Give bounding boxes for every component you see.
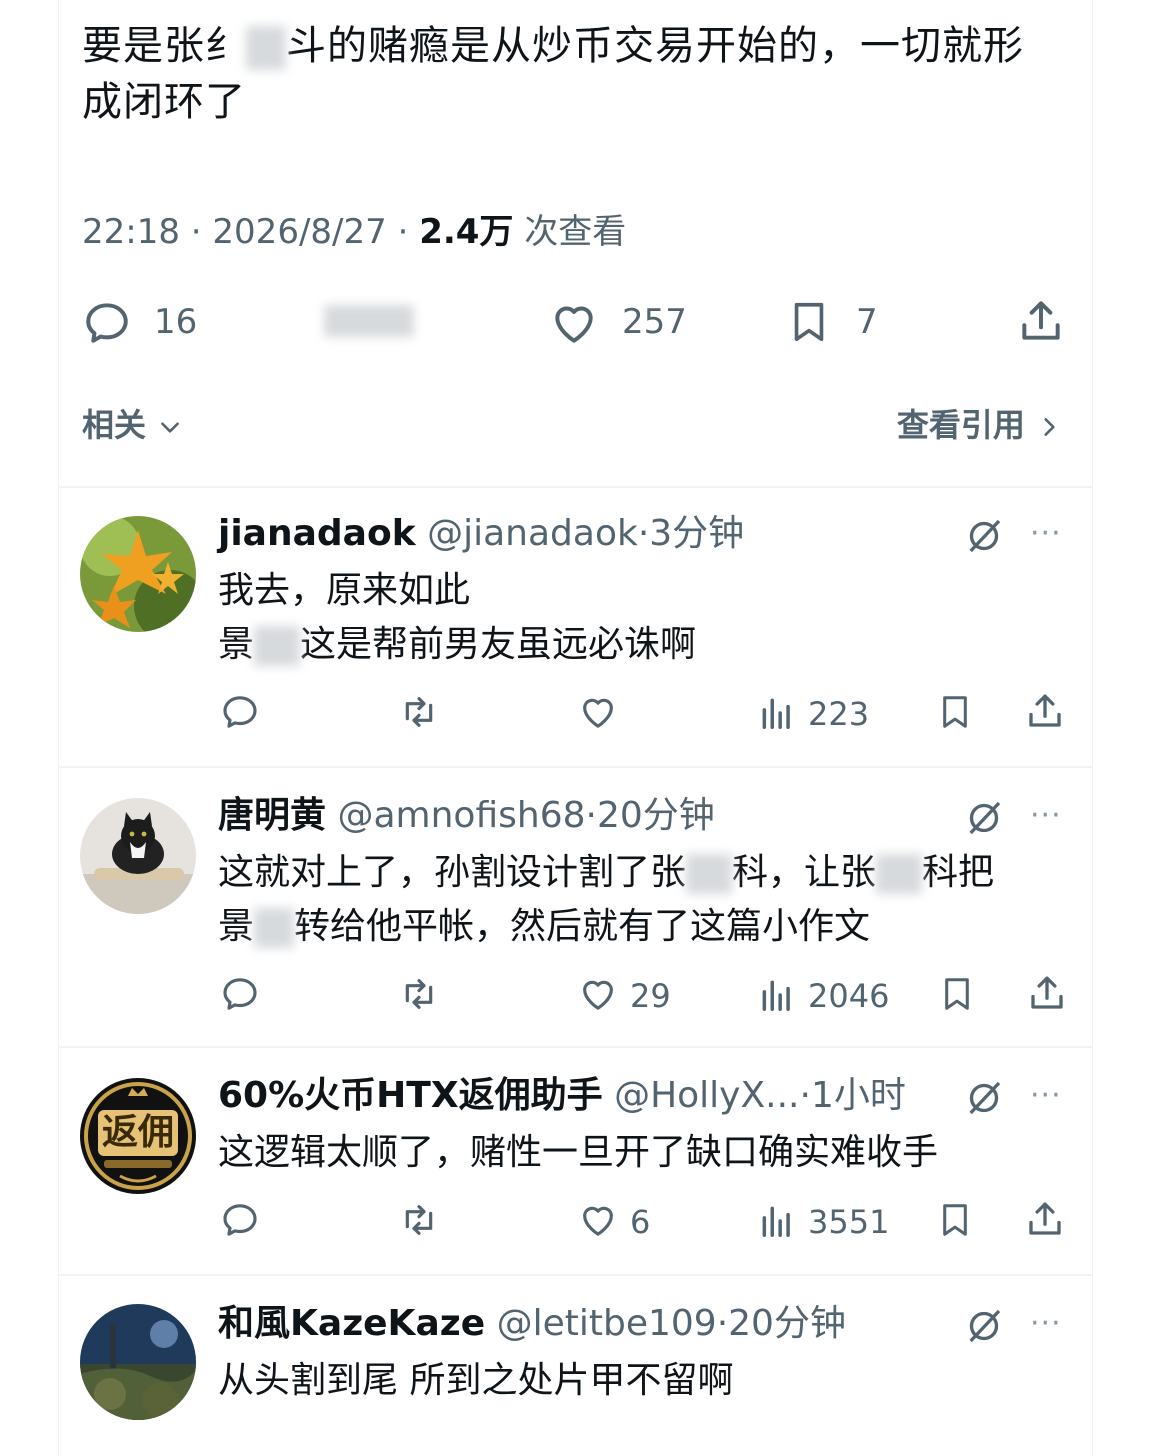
blurred-redaction (254, 626, 301, 666)
share-icon[interactable] (1016, 296, 1066, 346)
reply-icon[interactable] (82, 298, 132, 348)
column-border (58, 0, 59, 1456)
bookmark-icon[interactable] (786, 296, 832, 348)
more-icon[interactable]: ··· (1030, 798, 1062, 833)
views-icon[interactable] (758, 694, 796, 732)
reply-header: 和風KazeKaze @letitbe109·20分钟 (218, 1303, 846, 1344)
display-name[interactable]: 和風KazeKaze (218, 1303, 485, 1344)
blurred-redaction (876, 854, 923, 894)
views-count: 223 (808, 695, 870, 733)
like-icon[interactable] (576, 974, 620, 1014)
column-border (1092, 0, 1093, 1456)
avatar-logo-text: 返佣 (101, 1112, 174, 1153)
more-icon[interactable]: ··· (1030, 1306, 1062, 1341)
blurred-redaction (686, 854, 733, 894)
reply-time[interactable]: 1小时 (811, 1075, 906, 1116)
reply-header: 唐明黄 @amnofish68·20分钟 (218, 795, 715, 836)
reply-text: 这逻辑太顺了，赌性一旦开了缺口确实难收手 (218, 1132, 939, 1173)
more-icon[interactable]: ··· (1030, 1078, 1062, 1113)
blurred-redaction (246, 26, 286, 70)
bookmark-icon[interactable] (936, 690, 974, 734)
chevron-right-icon (1044, 418, 1055, 436)
share-icon[interactable] (1024, 690, 1066, 732)
bookmark-icon[interactable] (936, 1198, 974, 1242)
share-icon[interactable] (1026, 972, 1068, 1014)
reply-text: 这就对上了，孙割设计割了张 科，让张 科把 景转给他平帐，然后就有了这篇小作文 (218, 852, 995, 948)
reply-icon[interactable] (220, 974, 260, 1014)
bookmark-icon[interactable] (938, 972, 976, 1016)
reply-header: 60%火币HTX返佣助手 @HollyX...·1小时 (218, 1075, 906, 1116)
retweet-icon[interactable] (396, 692, 442, 732)
reply-time[interactable]: 3分钟 (649, 513, 744, 554)
display-name[interactable]: 60%火币HTX返佣助手 (218, 1075, 603, 1116)
grok-icon[interactable] (964, 798, 1004, 838)
tweet-time[interactable]: 22:18 (82, 212, 180, 252)
main-tweet-line1: 要是张纟 斗的赌瘾是从炒币交易开始的，一切就形 (82, 23, 1024, 70)
views-label: 次查看 (524, 212, 627, 252)
blurred-retweet-stat (324, 305, 414, 337)
reply-text: 从头割到尾 所到之处片甲不留啊 (218, 1360, 734, 1401)
like-count: 257 (622, 302, 687, 342)
views-count: 2046 (808, 977, 890, 1015)
views-count: 3551 (808, 1203, 890, 1241)
reply-text: 我去，原来如此 景这是帮前男友虽远必诛啊 (218, 570, 697, 666)
divider (58, 1046, 1092, 1048)
views-count: 2.4万 (419, 212, 514, 252)
blurred-redaction (254, 908, 295, 948)
user-handle[interactable]: @letitbe109 (497, 1303, 717, 1344)
like-count: 6 (630, 1203, 651, 1241)
like-icon[interactable] (548, 298, 600, 348)
reply-icon[interactable] (220, 1200, 260, 1240)
like-icon[interactable] (576, 692, 620, 732)
views-icon[interactable] (758, 976, 796, 1014)
avatar[interactable] (80, 798, 196, 914)
main-tweet-text: 要是张纟 斗的赌瘾是从炒币交易开始的，一切就形 成闭环了 (82, 18, 1072, 130)
share-icon[interactable] (1024, 1198, 1066, 1240)
user-handle[interactable]: @HollyX... (614, 1075, 799, 1116)
divider (58, 1274, 1092, 1276)
bookmark-count: 7 (856, 302, 878, 342)
user-handle[interactable]: @amnofish68 (337, 795, 585, 836)
more-icon[interactable]: ··· (1030, 516, 1062, 551)
avatar[interactable] (80, 1304, 196, 1420)
reply-icon[interactable] (220, 692, 260, 732)
avatar[interactable]: 返佣 (80, 1078, 196, 1194)
display-name[interactable]: jianadaok (218, 513, 416, 554)
like-count: 29 (630, 977, 671, 1015)
views-icon[interactable] (758, 1202, 796, 1240)
timeline: 要是张纟 斗的赌瘾是从炒币交易开始的，一切就形 成闭环了 22:18 · 2026… (58, 0, 1092, 1456)
reply-time[interactable]: 20分钟 (728, 1303, 846, 1344)
divider (58, 766, 1092, 768)
retweet-icon[interactable] (396, 1200, 442, 1240)
user-handle[interactable]: @jianadaok (427, 513, 638, 554)
reply-time[interactable]: 20分钟 (597, 795, 715, 836)
retweet-icon[interactable] (396, 974, 442, 1014)
view-quotes-link[interactable]: 查看引用 (897, 400, 1062, 446)
related-toggle[interactable]: 相关 (82, 400, 183, 446)
grok-icon[interactable] (964, 1306, 1004, 1346)
tweet-meta: 22:18 · 2026/8/27 · 2.4万 次查看 (82, 212, 627, 252)
grok-icon[interactable] (964, 516, 1004, 556)
tweet-date[interactable]: 2026/8/27 (212, 212, 386, 252)
grok-icon[interactable] (964, 1078, 1004, 1118)
like-icon[interactable] (576, 1200, 620, 1240)
main-tweet-line2: 成闭环了 (82, 79, 246, 125)
display-name[interactable]: 唐明黄 (218, 795, 326, 836)
chevron-down-icon (161, 422, 180, 433)
reply-count: 16 (154, 302, 198, 342)
reply-header: jianadaok @jianadaok·3分钟 (218, 513, 745, 554)
avatar[interactable] (80, 516, 196, 632)
divider (58, 486, 1092, 488)
